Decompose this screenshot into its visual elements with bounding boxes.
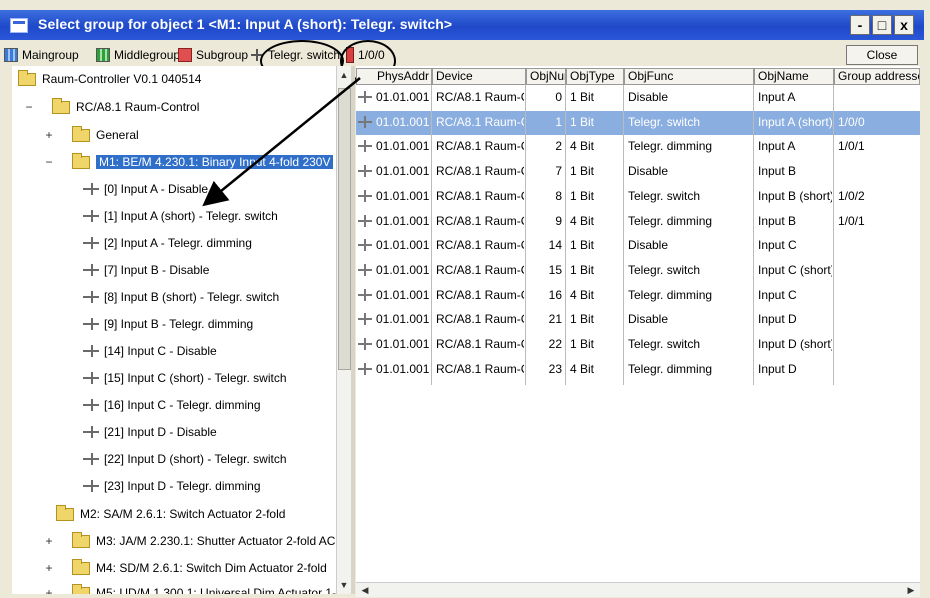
annotation-arrow [202, 77, 361, 207]
select-group-dialog: Select group for object 1 <M1: Input A (… [0, 0, 930, 598]
